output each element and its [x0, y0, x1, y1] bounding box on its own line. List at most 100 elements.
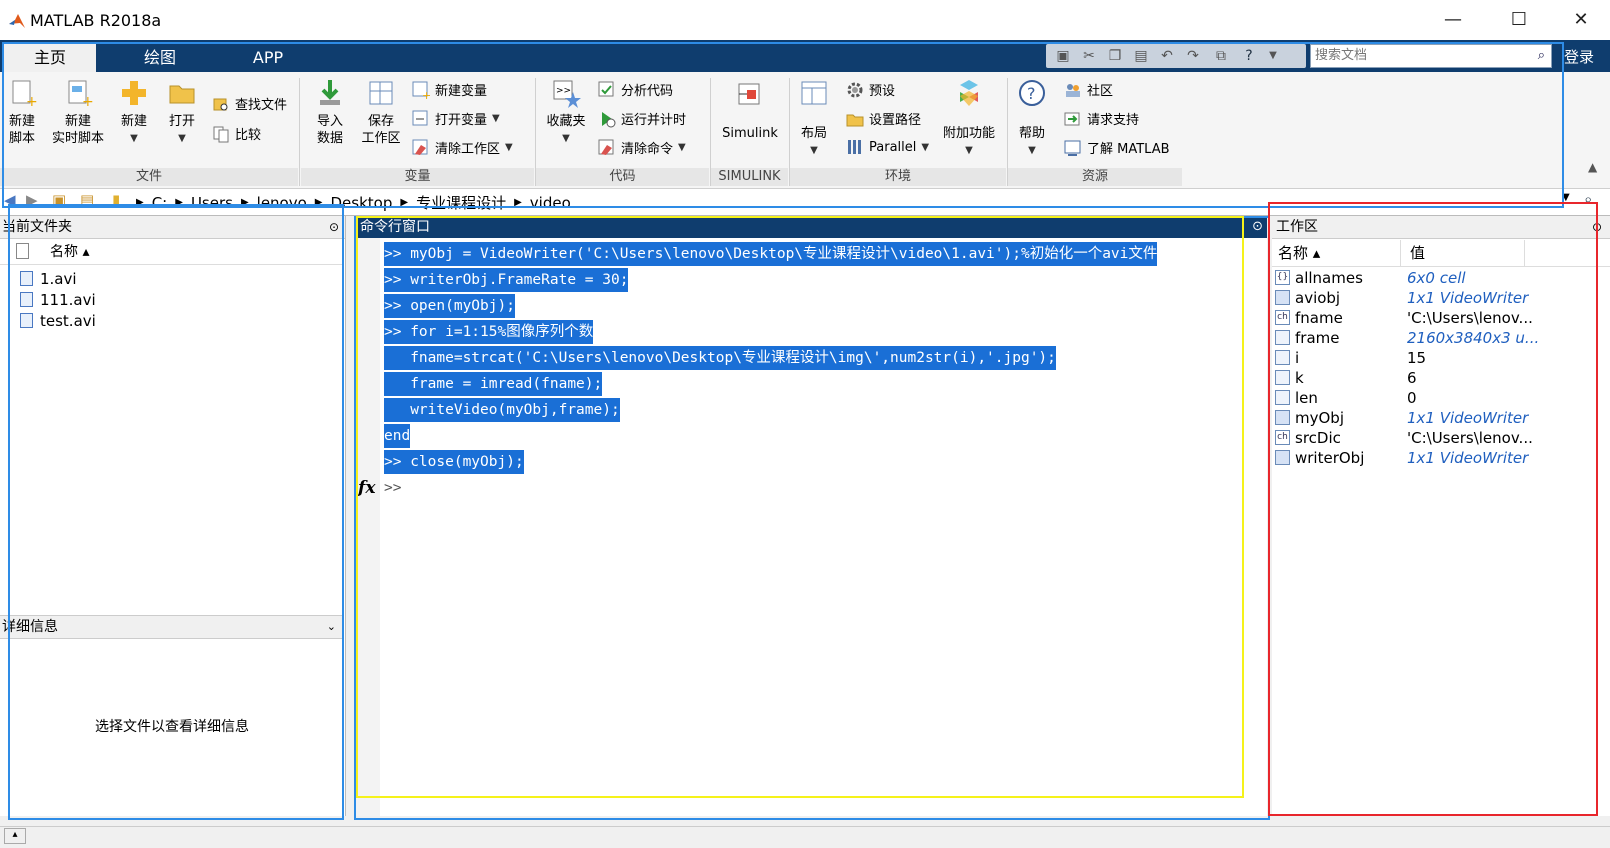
- command-line[interactable]: >> myObj = VideoWriter('C:\Users\lenovo\…: [384, 242, 1158, 266]
- plus-icon: [122, 81, 146, 105]
- up-folder-icon[interactable]: ▣: [52, 191, 66, 209]
- save-workspace-button[interactable]: 保存 工作区: [358, 78, 404, 147]
- window-title: MATLAB R2018a: [30, 11, 162, 30]
- compare-button[interactable]: 比较: [212, 124, 261, 143]
- command-window[interactable]: 命令行窗口 ⊙ >> myObj = VideoWriter('C:\Users…: [354, 216, 1267, 816]
- table-row[interactable]: len 0: [1275, 388, 1605, 408]
- list-item[interactable]: 1.avi: [20, 268, 96, 289]
- chevron-down-icon[interactable]: ▼: [1562, 192, 1570, 203]
- forward-arrow-icon[interactable]: ▶: [26, 191, 38, 209]
- breadcrumb-item[interactable]: lenovo: [257, 194, 307, 212]
- table-row[interactable]: myObj 1x1 VideoWriter: [1275, 408, 1605, 428]
- chevron-down-icon: ▼: [678, 142, 686, 153]
- table-row[interactable]: k 6: [1275, 368, 1605, 388]
- panel-menu-icon[interactable]: ⊙: [1592, 216, 1602, 238]
- clear-workspace-button[interactable]: 清除工作区 ▼: [412, 138, 513, 157]
- command-line[interactable]: writeVideo(myObj,frame);: [384, 398, 620, 422]
- parallel-button[interactable]: Parallel ▼: [846, 138, 929, 156]
- minimize-button[interactable]: —: [1438, 8, 1468, 32]
- group-label-resources: 资源: [1008, 168, 1182, 186]
- layout-button[interactable]: 布局 ▼: [796, 78, 832, 159]
- add-ons-button[interactable]: 附加功能 ▼: [940, 78, 998, 159]
- import-data-button[interactable]: 导入 数据: [310, 78, 350, 147]
- analyze-code-button[interactable]: 分析代码: [598, 80, 673, 99]
- command-line[interactable]: fname=strcat('C:\Users\lenovo\Desktop\专业…: [384, 346, 1056, 370]
- column-value[interactable]: 值: [1410, 240, 1425, 266]
- find-files-button[interactable]: 查找文件: [212, 94, 287, 113]
- table-row[interactable]: frame 2160x3840x3 u...: [1275, 328, 1605, 348]
- help-button[interactable]: ? 帮助 ▼: [1014, 78, 1050, 159]
- open-button[interactable]: 打开 ▼: [164, 78, 200, 147]
- simulink-button[interactable]: Simulink: [718, 78, 782, 142]
- table-row[interactable]: aviobj 1x1 VideoWriter: [1275, 288, 1605, 308]
- new-variable-button[interactable]: + 新建变量: [412, 80, 487, 99]
- tab-plots[interactable]: 绘图: [110, 43, 210, 72]
- new-script-button[interactable]: + 新建 脚本: [4, 78, 40, 147]
- search-icon[interactable]: ⌕: [1584, 190, 1592, 208]
- command-line[interactable]: >> for i=1:15%图像序列个数: [384, 320, 594, 344]
- breadcrumb-item[interactable]: 专业课程设计: [416, 192, 506, 213]
- search-input[interactable]: 搜索文档 ⌕: [1310, 44, 1552, 68]
- login-link[interactable]: 登录: [1564, 46, 1594, 67]
- run-and-time-button[interactable]: 运行并计时: [598, 109, 686, 128]
- new-live-script-label: 新建 实时脚本: [51, 114, 104, 146]
- breadcrumb-item[interactable]: C:: [152, 194, 168, 212]
- table-row[interactable]: writerObj 1x1 VideoWriter: [1275, 448, 1605, 468]
- function-browser-icon[interactable]: fx: [358, 478, 375, 498]
- preferences-button[interactable]: 预设: [846, 80, 895, 99]
- list-item[interactable]: 111.avi: [20, 289, 96, 310]
- table-row[interactable]: i 15: [1275, 348, 1605, 368]
- tab-apps[interactable]: APP: [216, 43, 320, 72]
- new-button[interactable]: 新建 ▼: [116, 78, 152, 147]
- panel-title: 当前文件夹: [2, 219, 72, 235]
- command-line[interactable]: >> close(myObj);: [384, 450, 524, 474]
- open-variable-button[interactable]: 打开变量 ▼: [412, 109, 500, 128]
- back-arrow-icon[interactable]: ◀: [4, 191, 16, 209]
- command-line[interactable]: end: [384, 424, 411, 448]
- new-script-icon: +: [12, 80, 38, 110]
- cut-icon[interactable]: ✂: [1080, 47, 1098, 65]
- column-name[interactable]: 名称 ▴: [1278, 240, 1320, 266]
- command-prompt[interactable]: >>: [384, 476, 401, 500]
- breadcrumb-separator-icon: ▶: [240, 197, 249, 208]
- request-support-button[interactable]: 请求支持: [1064, 109, 1139, 128]
- panel-menu-icon[interactable]: ⊙: [1252, 216, 1263, 238]
- table-row[interactable]: ch srcDic 'C:\Users\lenov...: [1275, 428, 1605, 448]
- table-row[interactable]: ch fname 'C:\Users\lenov...: [1275, 308, 1605, 328]
- favorites-button[interactable]: >> 收藏夹 ▼: [544, 78, 588, 147]
- breadcrumb-item[interactable]: Desktop: [331, 194, 393, 212]
- column-name[interactable]: 名称 ▴: [50, 240, 89, 264]
- status-menu-icon[interactable]: ▴: [4, 828, 26, 844]
- command-line[interactable]: >> writerObj.FrameRate = 30;: [384, 268, 629, 292]
- save-icon[interactable]: ▣: [1054, 47, 1072, 65]
- breadcrumb-item[interactable]: video: [530, 194, 571, 212]
- clear-commands-button[interactable]: 清除命令 ▼: [598, 138, 686, 157]
- tab-home[interactable]: 主页: [4, 43, 96, 72]
- switch-window-icon[interactable]: ⧉: [1212, 47, 1230, 65]
- breadcrumb-item[interactable]: Users: [191, 194, 233, 212]
- add-ons-icon: [960, 80, 978, 106]
- collapse-ribbon-icon[interactable]: ▲: [1588, 160, 1597, 174]
- panel-menu-icon[interactable]: ⊙: [329, 216, 339, 238]
- browse-folder-icon[interactable]: ▤: [80, 191, 94, 209]
- paste-icon[interactable]: ▤: [1132, 47, 1150, 65]
- new-live-script-button[interactable]: + 新建 实时脚本: [48, 78, 108, 147]
- community-button[interactable]: 社区: [1064, 80, 1113, 99]
- command-line[interactable]: frame = imread(fname);: [384, 372, 603, 396]
- learn-matlab-button[interactable]: 了解 MATLAB: [1064, 138, 1170, 157]
- list-item[interactable]: test.avi: [20, 310, 96, 331]
- maximize-button[interactable]: ☐: [1504, 8, 1534, 32]
- close-button[interactable]: ✕: [1566, 8, 1596, 32]
- set-path-button[interactable]: 设置路径: [846, 109, 921, 128]
- details-header[interactable]: 详细信息 ⌄: [0, 615, 344, 639]
- chevron-down-icon[interactable]: ⌄: [327, 616, 336, 638]
- help-icon[interactable]: ?: [1240, 47, 1258, 65]
- undo-icon[interactable]: ↶: [1158, 47, 1176, 65]
- copy-icon[interactable]: ❐: [1106, 47, 1124, 65]
- command-line[interactable]: >> open(myObj);: [384, 294, 515, 318]
- column-header[interactable]: 名称 ▴: [0, 240, 344, 265]
- learn-matlab-label: 了解 MATLAB: [1087, 142, 1170, 157]
- chevron-down-icon[interactable]: ▼: [1264, 47, 1282, 65]
- table-row[interactable]: {} allnames 6x0 cell: [1275, 268, 1605, 288]
- redo-icon[interactable]: ↷: [1184, 47, 1202, 65]
